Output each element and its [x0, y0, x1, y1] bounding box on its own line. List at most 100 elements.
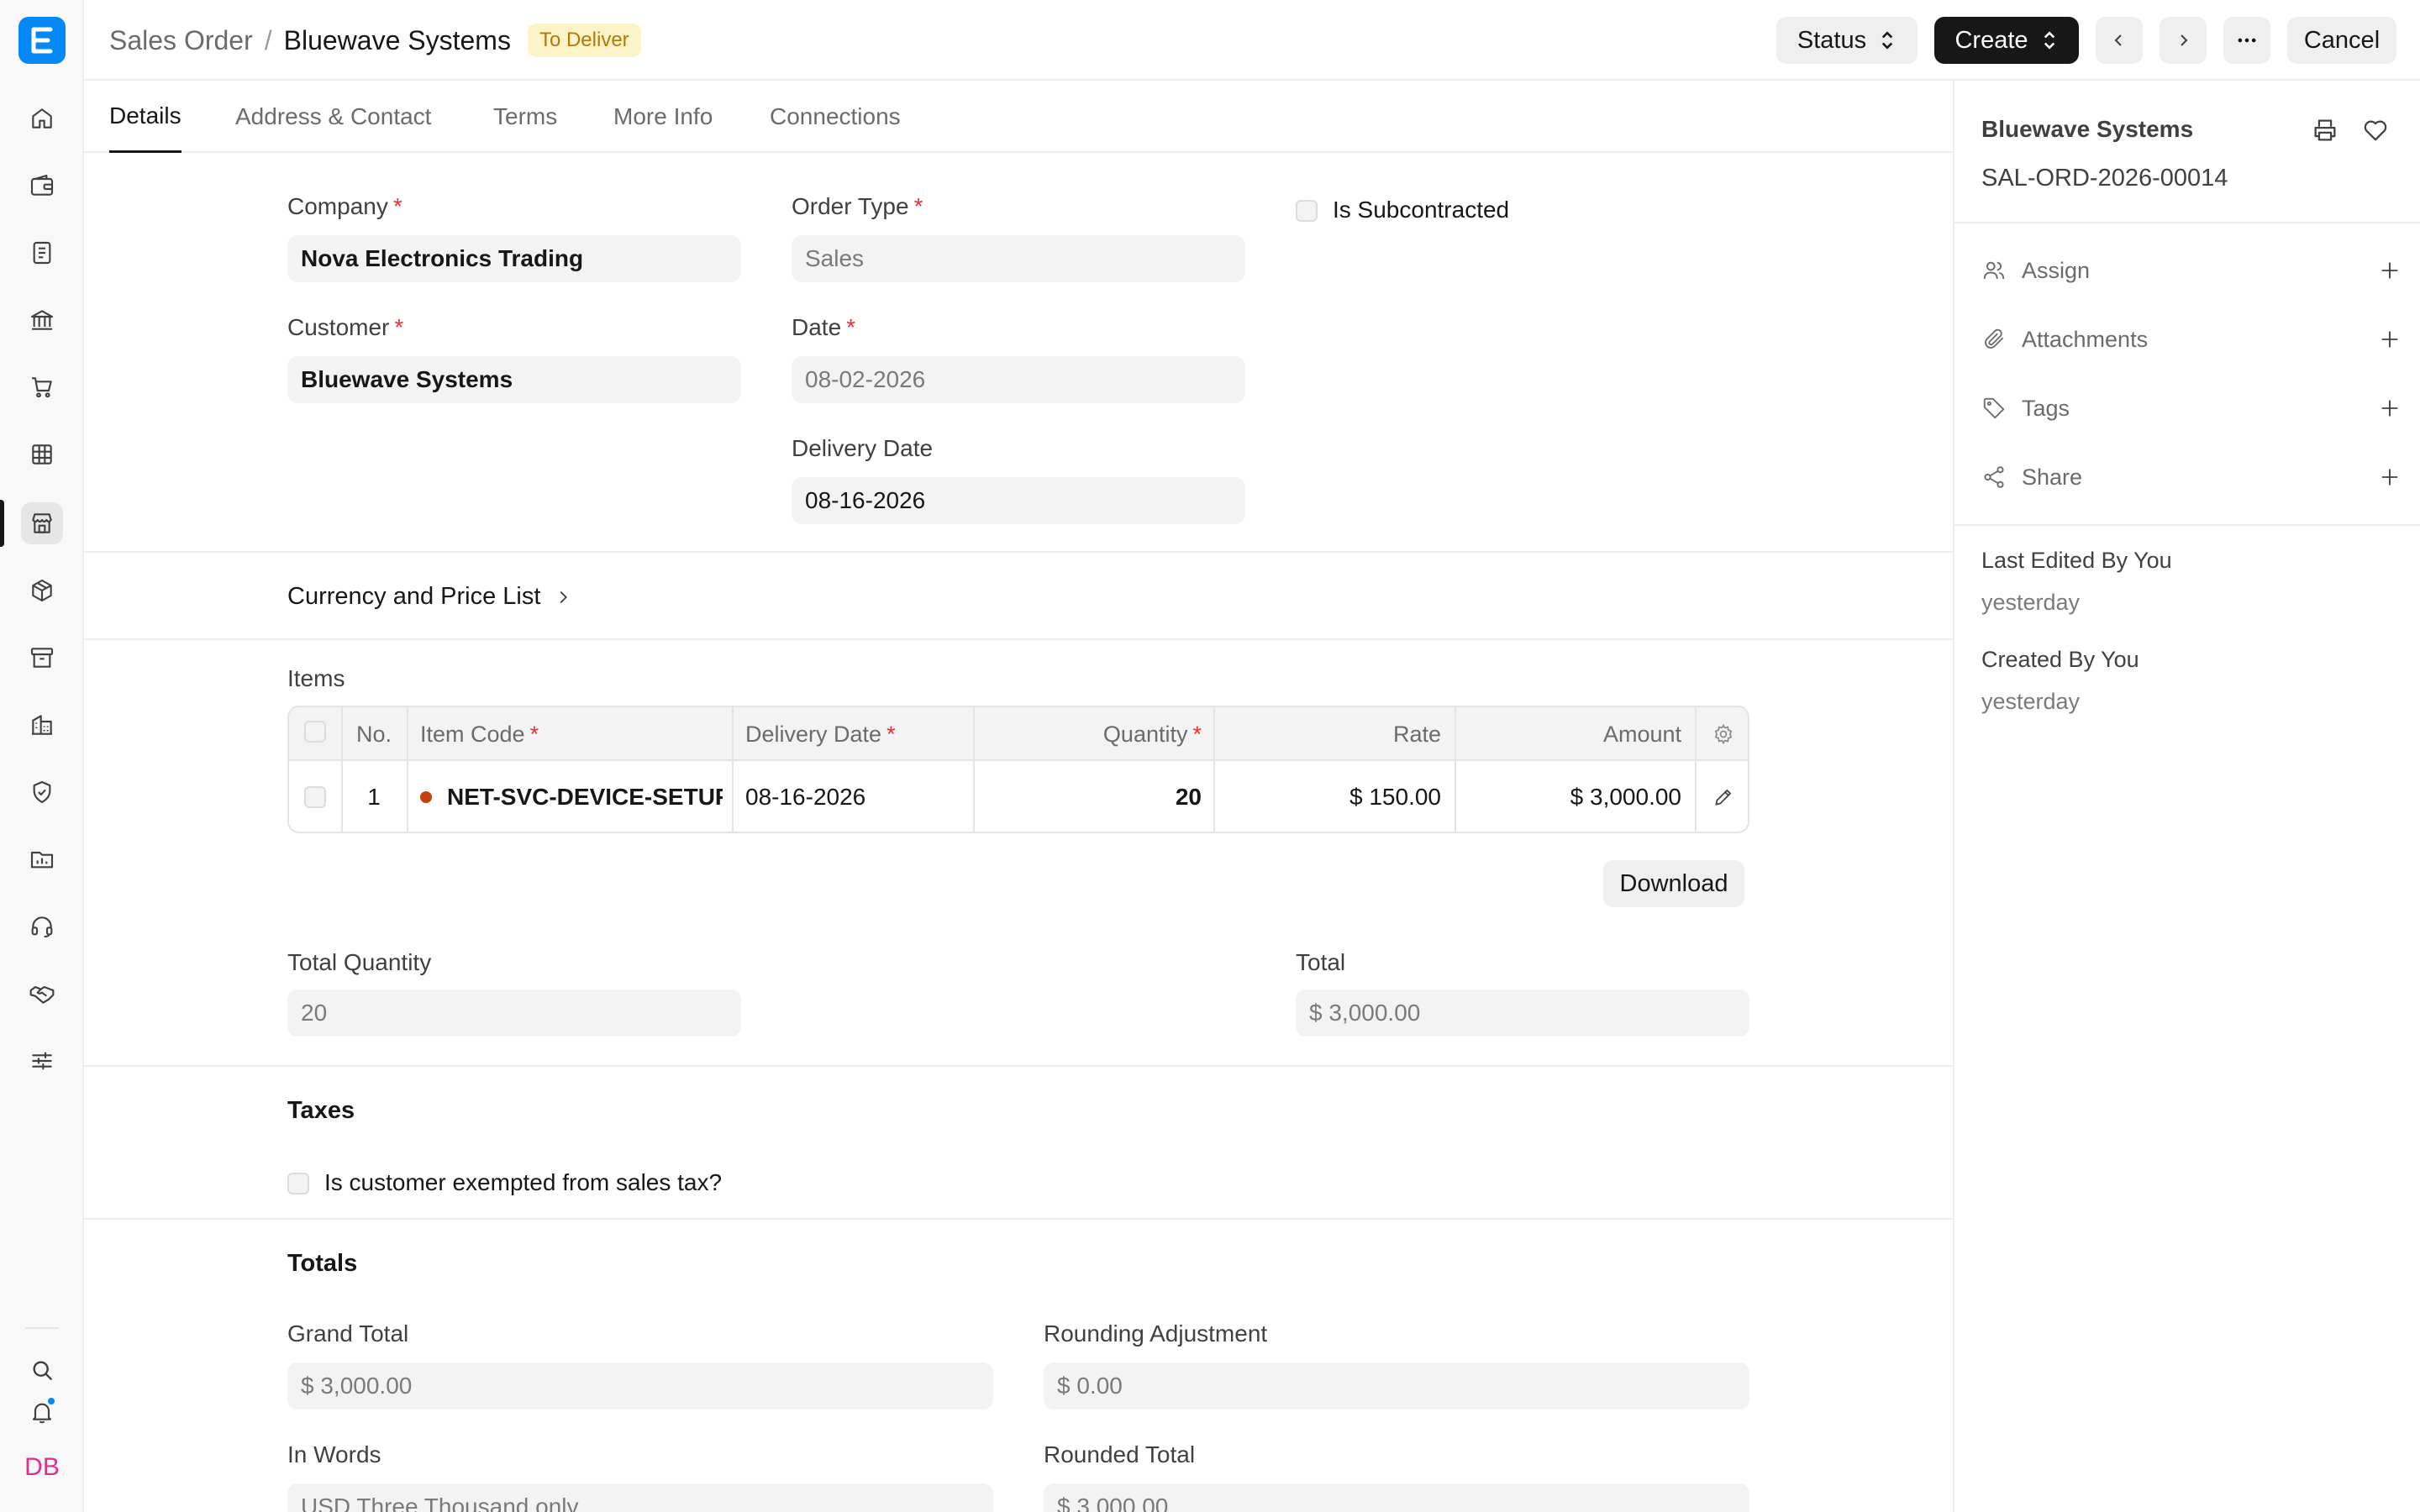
- share-action[interactable]: Share: [1981, 460, 2402, 494]
- more-actions-button[interactable]: [2223, 17, 2270, 64]
- tax-exempt-checkbox[interactable]: [287, 1173, 309, 1194]
- plus-icon[interactable]: [2378, 259, 2402, 282]
- customer-field[interactable]: Bluewave Systems: [287, 356, 741, 403]
- order-type-field[interactable]: Sales: [792, 235, 1245, 282]
- total-quantity-field: 20: [287, 990, 741, 1037]
- headset-icon[interactable]: [21, 906, 63, 948]
- rounding-adjustment-label: Rounding Adjustment: [1044, 1320, 1268, 1347]
- company-field[interactable]: Nova Electronics Trading: [287, 235, 741, 282]
- subcontracted-label: Is Subcontracted: [1333, 197, 1510, 223]
- folder-chart-icon[interactable]: [21, 838, 63, 880]
- printer-icon: [2314, 119, 2336, 141]
- tab-details[interactable]: Details: [109, 81, 182, 153]
- assign-action[interactable]: Assign: [1981, 254, 2402, 287]
- app-logo[interactable]: [18, 17, 66, 64]
- totals-section-title: Totals: [287, 1250, 358, 1277]
- package-icon[interactable]: [21, 570, 63, 612]
- search-icon[interactable]: [21, 1349, 63, 1391]
- share-icon: [1984, 466, 2004, 488]
- select-all-checkbox[interactable]: [304, 721, 326, 743]
- attachments-action[interactable]: Attachments: [1981, 323, 2402, 356]
- edit-row-button[interactable]: [1695, 761, 1748, 832]
- app-sidebar: DB: [0, 0, 84, 1512]
- created-time: yesterday: [1981, 689, 2081, 714]
- previous-record-button[interactable]: [2096, 17, 2143, 64]
- delivery-date-cell[interactable]: 08-16-2026: [745, 761, 964, 832]
- column-header-no: No.: [355, 721, 392, 747]
- rate-cell[interactable]: $ 150.00: [1213, 761, 1441, 832]
- plus-icon[interactable]: [2378, 328, 2402, 351]
- handshake-icon[interactable]: [21, 973, 63, 1015]
- document-sidebar: Bluewave Systems SAL-ORD-2026-00014 Assi…: [1953, 81, 2420, 1512]
- logo-icon: [31, 27, 53, 54]
- print-button[interactable]: [2311, 116, 2339, 150]
- notification-bell-icon[interactable]: [21, 1391, 63, 1433]
- store-icon[interactable]: [21, 502, 63, 544]
- breadcrumb: Sales Order / Bluewave Systems To Delive…: [109, 0, 641, 81]
- create-button[interactable]: Create: [1934, 17, 2079, 64]
- form-body: Company * Nova Electronics Trading Custom…: [84, 153, 1953, 1512]
- active-indicator: [0, 500, 4, 547]
- sliders-icon[interactable]: [21, 1040, 63, 1082]
- plus-icon[interactable]: [2378, 465, 2402, 489]
- last-edited-time: yesterday: [1981, 590, 2081, 615]
- created-label: Created By You: [1981, 647, 2139, 672]
- assign-label: Assign: [2022, 257, 2091, 283]
- cart-icon[interactable]: [21, 366, 63, 408]
- in-words-field: USD Three Thousand only.: [287, 1483, 993, 1512]
- grand-total-field: $ 3,000.00: [287, 1362, 993, 1410]
- tab-more-info[interactable]: More Info: [613, 81, 713, 153]
- gear-icon: [1714, 723, 1732, 745]
- home-icon[interactable]: [21, 97, 63, 139]
- avatar[interactable]: DB: [18, 1449, 66, 1486]
- currency-price-list-toggle[interactable]: Currency and Price List: [287, 583, 572, 611]
- last-edited-label: Last Edited By You: [1981, 548, 2172, 573]
- total-field: $ 3,000.00: [1296, 990, 1749, 1037]
- quantity-cell[interactable]: 20: [973, 761, 1202, 832]
- building-icon[interactable]: [21, 704, 63, 746]
- like-button[interactable]: [2361, 116, 2390, 150]
- subcontracted-checkbox[interactable]: [1296, 200, 1318, 222]
- users-icon: [1983, 261, 2005, 280]
- shield-icon[interactable]: [21, 771, 63, 813]
- status-badge: To Deliver: [527, 24, 641, 57]
- tab-address-contact[interactable]: Address & Contact: [235, 81, 431, 153]
- table-icon[interactable]: [21, 433, 63, 475]
- company-label: Company *: [287, 193, 402, 219]
- in-words-label: In Words: [287, 1441, 381, 1467]
- create-button-label: Create: [1954, 26, 2028, 54]
- attachments-label: Attachments: [2022, 326, 2149, 352]
- cancel-button[interactable]: Cancel: [2287, 17, 2396, 64]
- tab-connections[interactable]: Connections: [770, 81, 901, 153]
- tab-terms[interactable]: Terms: [493, 81, 557, 153]
- total-quantity-label: Total Quantity: [287, 949, 432, 975]
- wallet-icon[interactable]: [21, 165, 63, 207]
- items-table: No. Item Code * Delivery Date * Quantity * …: [287, 706, 1749, 833]
- column-header-rate: Rate: [1392, 721, 1441, 747]
- item-code-cell[interactable]: NET-SVC-DEVICE-SETUP: [420, 761, 723, 832]
- next-record-button[interactable]: [2160, 17, 2207, 64]
- total-label: Total: [1296, 949, 1346, 975]
- download-button[interactable]: Download: [1603, 860, 1744, 907]
- more-horizontal-icon: [2238, 38, 2256, 43]
- grid-settings-button[interactable]: [1695, 707, 1748, 761]
- bank-icon[interactable]: [21, 299, 63, 341]
- plus-icon[interactable]: [2378, 396, 2402, 420]
- chevron-right-icon: [560, 591, 568, 603]
- delivery-date-field[interactable]: 08-16-2026: [792, 477, 1245, 524]
- tags-action[interactable]: Tags: [1981, 391, 2402, 425]
- breadcrumb-sales-order[interactable]: Sales Order: [109, 25, 253, 56]
- status-button[interactable]: Status: [1776, 17, 1918, 64]
- status-dot: [420, 791, 432, 803]
- column-header-amount: Amount: [1602, 721, 1681, 747]
- column-header-item-code: Item Code *: [420, 721, 539, 747]
- rounding-adjustment-field: $ 0.00: [1044, 1362, 1749, 1410]
- form-tabs: Details Address & Contact Terms More Inf…: [84, 81, 1953, 153]
- date-field[interactable]: 08-02-2026: [792, 356, 1245, 403]
- row-select-checkbox[interactable]: [304, 786, 326, 808]
- share-label: Share: [2022, 464, 2083, 490]
- document-icon[interactable]: [21, 232, 63, 274]
- sidebar-divider: [1954, 524, 2420, 526]
- archive-icon[interactable]: [21, 637, 63, 679]
- amount-cell: $ 3,000.00: [1570, 784, 1681, 810]
